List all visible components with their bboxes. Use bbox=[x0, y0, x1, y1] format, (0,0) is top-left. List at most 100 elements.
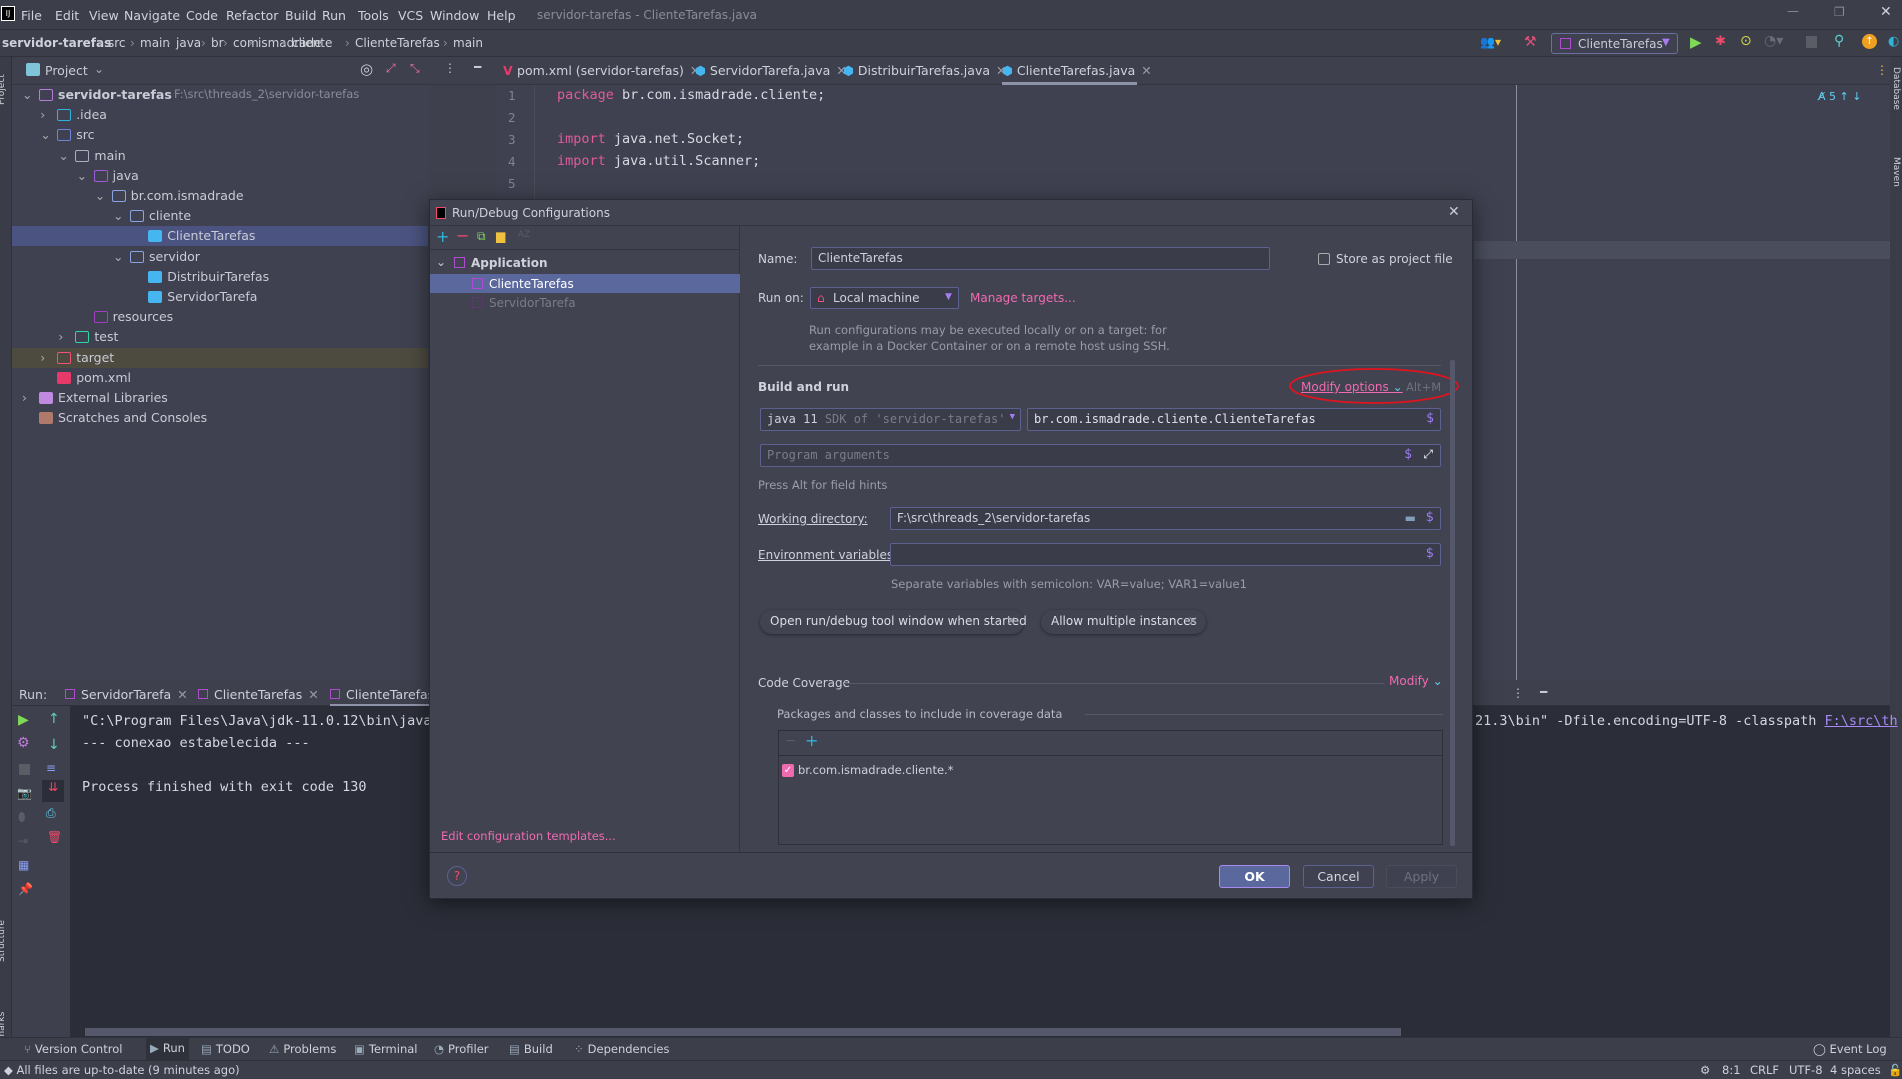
down-arrow-icon[interactable]: ↓ bbox=[1852, 90, 1861, 103]
remove-option-icon[interactable]: ✕ bbox=[1188, 614, 1198, 628]
tree-item[interactable]: ⌄ servidor-tarefas F:\src\threads_2\servid… bbox=[12, 85, 428, 105]
chevron-down-icon[interactable]: ⌄ bbox=[58, 148, 68, 163]
maven-tool-button[interactable]: Maven bbox=[1891, 157, 1901, 187]
remove-config-icon[interactable]: − bbox=[456, 226, 469, 245]
browse-folder-icon[interactable]: ▬ bbox=[1405, 511, 1416, 525]
chevron-down-icon[interactable]: ⌄ bbox=[95, 188, 105, 203]
tree-item[interactable]: ⌄ main bbox=[12, 146, 428, 166]
screenshot-icon[interactable]: 📷 bbox=[17, 786, 32, 800]
menu-file[interactable]: File bbox=[21, 8, 42, 23]
tree-item[interactable]: ⌄ src bbox=[12, 125, 428, 145]
coverage-icon[interactable]: ⊙ bbox=[1740, 33, 1752, 49]
coverage-item-checkbox[interactable]: ✓ bbox=[782, 764, 794, 777]
expand-all-icon[interactable]: ⤢ bbox=[386, 61, 396, 76]
copy-config-icon[interactable]: ⧉ bbox=[477, 229, 486, 244]
tree-item[interactable]: ServidorTarefa bbox=[12, 287, 428, 307]
run-tab[interactable]: ClienteTarefas ✕ bbox=[198, 687, 319, 702]
menu-navigate[interactable]: Navigate bbox=[124, 8, 180, 23]
macro-icon[interactable]: $ bbox=[1426, 510, 1434, 525]
chevron-right-icon[interactable]: › bbox=[40, 107, 45, 122]
run-on-dropdown[interactable]: ⌂ Local machine ▼ bbox=[810, 287, 959, 309]
menu-build[interactable]: Build bbox=[285, 8, 316, 23]
options-menu-icon[interactable]: ⋮ bbox=[1512, 686, 1524, 700]
tool-button-terminal[interactable]: ▣ Terminal bbox=[354, 1042, 417, 1056]
sort-icon[interactable]: AZ bbox=[518, 230, 530, 240]
more-icon[interactable]: ⋮ bbox=[1431, 251, 1443, 265]
apply-button[interactable]: Apply bbox=[1386, 865, 1457, 888]
rerun-icon[interactable]: ▶ bbox=[18, 712, 29, 728]
scroll-up-icon[interactable]: ↑ bbox=[48, 711, 60, 727]
search-icon[interactable]: ⚲ bbox=[1834, 33, 1844, 49]
lock-icon[interactable]: 🔓 bbox=[1888, 1063, 1902, 1077]
main-class-input[interactable]: br.com.ismadrade.cliente.ClienteTarefas $ bbox=[1027, 408, 1441, 431]
inspections-widget[interactable]: A̸ 5 ↑ ↓ bbox=[1818, 90, 1861, 103]
up-arrow-icon[interactable]: ↑ bbox=[1840, 90, 1849, 103]
tree-item[interactable]: ⌄ java bbox=[12, 166, 428, 186]
editor-tab[interactable]: ⬢ ClienteTarefas.java ✕ bbox=[1002, 63, 1152, 85]
tabs-menu-icon[interactable]: ⋮ bbox=[1876, 63, 1888, 77]
chevron-down-icon[interactable]: ⌄ bbox=[113, 208, 123, 223]
jdk-selector[interactable]: java 11 SDK of 'servidor-tarefas' ▼ bbox=[760, 408, 1021, 431]
chevron-down-icon[interactable]: ⌄ bbox=[77, 168, 87, 183]
tree-item[interactable]: Scratches and Consoles bbox=[12, 408, 428, 428]
ok-button[interactable]: OK bbox=[1219, 865, 1290, 888]
restore-button[interactable]: ❐ bbox=[1834, 5, 1845, 19]
status-message[interactable]: ◆ All files are up-to-date (9 minutes ag… bbox=[4, 1063, 240, 1077]
name-input[interactable]: ClienteTarefas bbox=[811, 247, 1270, 270]
code-line[interactable]: import java.net.Socket; bbox=[557, 131, 744, 147]
chevron-right-icon[interactable]: › bbox=[40, 350, 45, 365]
macro-icon[interactable]: $ bbox=[1426, 411, 1434, 426]
structure-tool-button[interactable]: Structure bbox=[0, 920, 7, 962]
code-line[interactable]: package br.com.ismadrade.cliente; bbox=[557, 87, 825, 103]
breadcrumb-item[interactable]: main bbox=[453, 36, 483, 50]
chevron-right-icon[interactable]: › bbox=[58, 329, 63, 344]
chevron-down-icon[interactable]: ⌄ bbox=[94, 62, 104, 76]
tree-item[interactable]: › .idea bbox=[12, 105, 428, 125]
print-icon[interactable]: ⎙ bbox=[46, 806, 56, 821]
pin-icon[interactable]: ⬮ bbox=[18, 810, 26, 825]
horizontal-scrollbar[interactable] bbox=[85, 1028, 1401, 1036]
git-icon[interactable]: ⚙ bbox=[1700, 1063, 1710, 1077]
macro-icon[interactable]: $ bbox=[1404, 447, 1412, 462]
menu-tools[interactable]: Tools bbox=[358, 8, 389, 23]
stop-icon[interactable] bbox=[1806, 36, 1817, 48]
hide-panel-icon[interactable]: ━ bbox=[474, 60, 481, 74]
exit-icon[interactable]: ⇥ bbox=[18, 834, 28, 848]
project-view-title[interactable]: Project bbox=[45, 63, 88, 78]
update-icon[interactable]: ↑ bbox=[1862, 34, 1877, 49]
debug-icon[interactable]: ✱ bbox=[1715, 34, 1726, 49]
menu-code[interactable]: Code bbox=[186, 8, 218, 23]
new-folder-icon[interactable]: ▆ bbox=[496, 229, 505, 243]
run-config-selector[interactable]: ClienteTarefas ▼ bbox=[1551, 33, 1678, 54]
database-tool-button[interactable]: Database bbox=[1891, 67, 1901, 110]
tree-item[interactable]: › External Libraries bbox=[12, 388, 428, 408]
collapse-all-icon[interactable]: ⤡ bbox=[410, 61, 420, 76]
close-tab-icon[interactable]: ✕ bbox=[308, 687, 318, 702]
settings-gear-icon[interactable]: ⚙ bbox=[17, 735, 30, 751]
editor-tab[interactable]: V pom.xml (servidor-tarefas) ✕ bbox=[503, 63, 700, 78]
close-tab-icon[interactable]: ✕ bbox=[1141, 63, 1151, 78]
jetbrains-toolbox-icon[interactable]: ◐ bbox=[1888, 34, 1899, 49]
close-window-button[interactable]: ✕ bbox=[1880, 4, 1892, 20]
locate-file-icon[interactable]: ◎ bbox=[360, 60, 373, 78]
close-tab-icon[interactable]: ✕ bbox=[177, 687, 187, 702]
soft-wrap-icon[interactable]: ≡ bbox=[46, 761, 56, 775]
code-line[interactable]: import java.util.Scanner; bbox=[557, 153, 760, 169]
menu-help[interactable]: Help bbox=[487, 8, 516, 23]
breadcrumb-item[interactable]: java bbox=[176, 36, 201, 50]
hide-panel-icon[interactable]: ━ bbox=[1540, 685, 1547, 699]
close-dialog-button[interactable]: ✕ bbox=[1448, 204, 1460, 220]
clear-all-icon[interactable]: 🗑 bbox=[47, 830, 62, 844]
menu-refactor[interactable]: Refactor bbox=[226, 8, 278, 23]
program-arguments-input[interactable]: Program arguments $ ⤢ bbox=[760, 444, 1441, 467]
tree-item[interactable]: ⌄ cliente bbox=[12, 206, 428, 226]
breadcrumb-item[interactable]: br bbox=[211, 36, 224, 50]
breadcrumb-item[interactable]: com bbox=[233, 36, 259, 50]
caret-position[interactable]: 8:1 bbox=[1722, 1063, 1741, 1077]
breadcrumb-item[interactable]: cliente bbox=[292, 36, 332, 50]
run-tab[interactable]: ServidorTarefa ✕ bbox=[65, 687, 188, 702]
event-log-button[interactable]: ◯ Event Log bbox=[1813, 1042, 1887, 1056]
project-tool-button[interactable]: Project bbox=[0, 74, 7, 105]
scroll-down-icon[interactable]: ↓ bbox=[48, 737, 60, 753]
tool-button-profiler[interactable]: ◔ Profiler bbox=[434, 1042, 489, 1056]
